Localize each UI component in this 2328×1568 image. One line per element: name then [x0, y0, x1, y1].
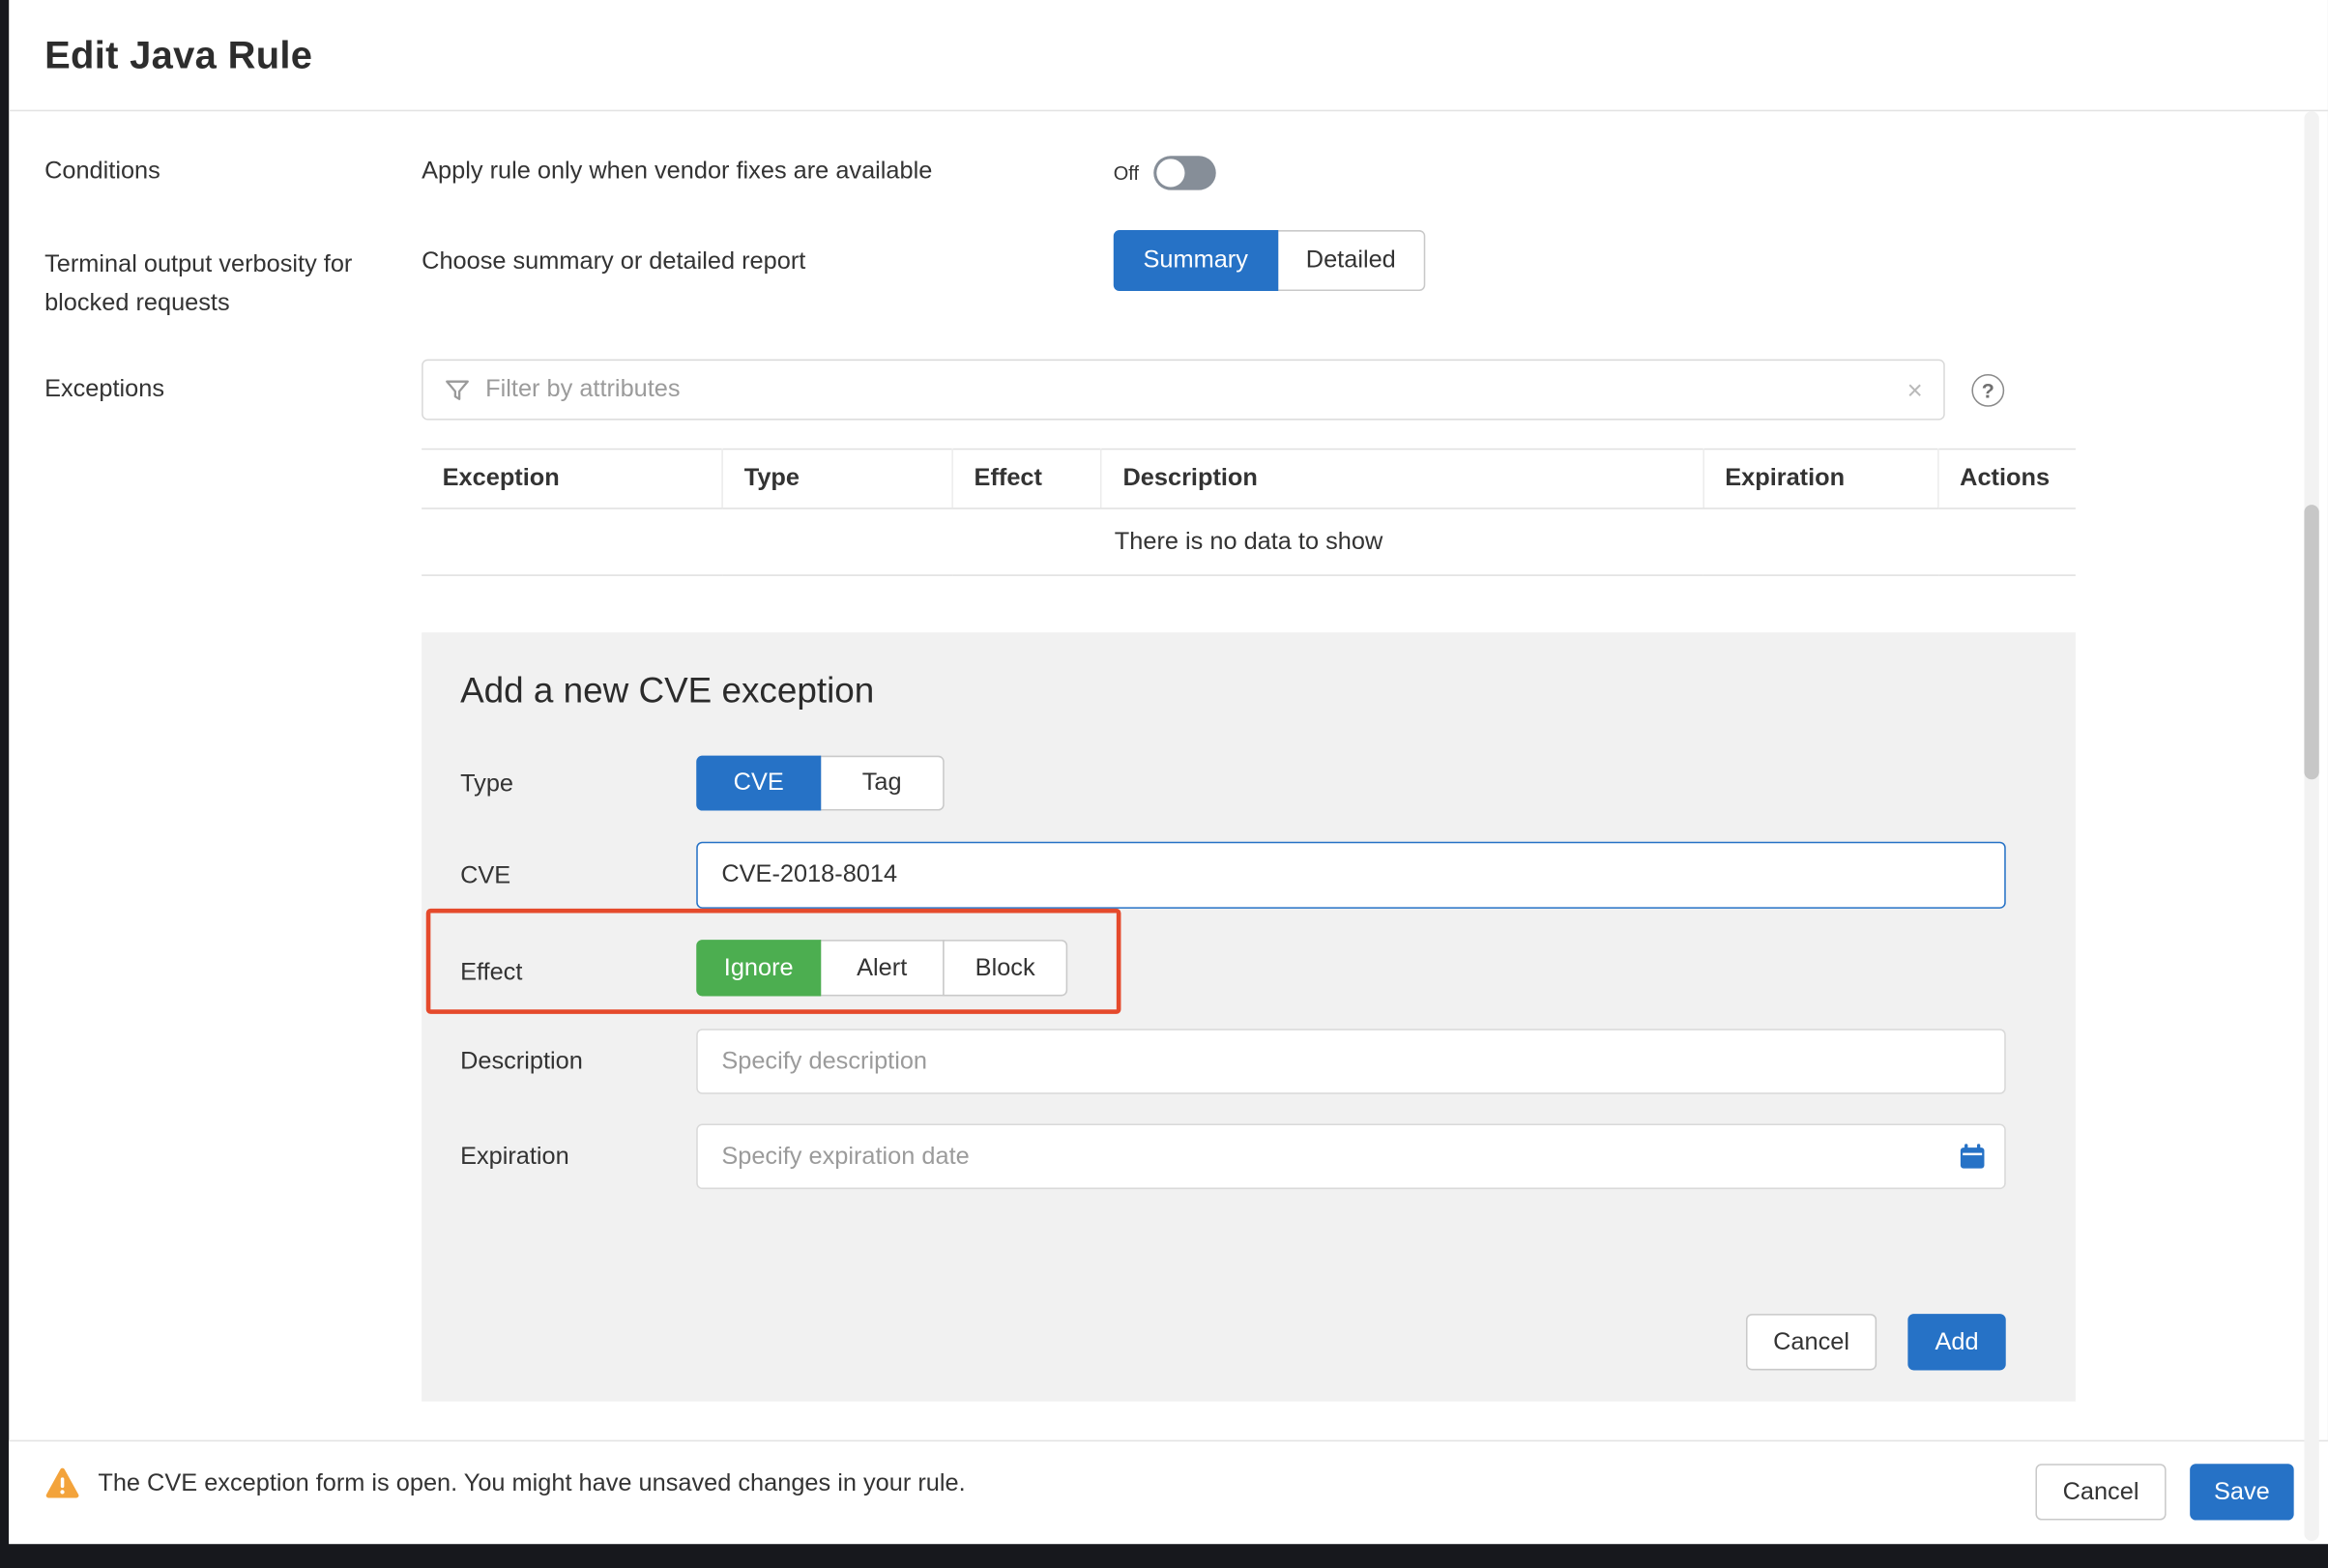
- column-actions: Actions: [1938, 450, 2076, 508]
- exceptions-filter: ×: [422, 360, 1945, 421]
- footer-cancel-button[interactable]: Cancel: [2035, 1464, 2166, 1520]
- column-expiration: Expiration: [1703, 450, 1938, 508]
- filter-clear-icon[interactable]: ×: [1907, 376, 1923, 403]
- expiration-input[interactable]: [696, 1124, 2005, 1190]
- footer-save-button[interactable]: Save: [2190, 1464, 2293, 1520]
- warning-banner: The CVE exception form is open. You migh…: [44, 1466, 966, 1499]
- calendar-icon[interactable]: [1960, 1143, 1985, 1170]
- column-exception: Exception: [422, 450, 722, 508]
- toggle-switch[interactable]: [1153, 155, 1215, 189]
- toggle-knob: [1156, 159, 1184, 187]
- type-label: Type: [460, 770, 513, 799]
- type-option-tag[interactable]: Tag: [820, 756, 945, 811]
- description-input[interactable]: [696, 1029, 2005, 1094]
- dialog-title: Edit Java Rule: [44, 32, 312, 78]
- verbosity-label: Terminal output verbosity for blocked re…: [44, 245, 371, 322]
- expiration-field: [696, 1124, 2005, 1190]
- scrollbar-track[interactable]: [2304, 111, 2318, 1541]
- effect-option-ignore[interactable]: Ignore: [696, 940, 821, 996]
- help-icon[interactable]: ?: [1971, 374, 2004, 407]
- warning-message: The CVE exception form is open. You migh…: [98, 1469, 965, 1497]
- table-header-row: Exception Type Effect Description Expira…: [422, 450, 2076, 508]
- conditions-label: Conditions: [44, 158, 160, 186]
- detailed-option-button[interactable]: Detailed: [1276, 230, 1425, 291]
- vendor-fixes-toggle[interactable]: Off: [1114, 153, 1216, 191]
- dialog-footer: The CVE exception form is open. You migh…: [9, 1440, 2328, 1544]
- table-empty-message: There is no data to show: [422, 508, 2076, 575]
- add-exception-panel: Add a new CVE exception Type CVE Tag CVE…: [422, 632, 2076, 1401]
- effect-segmented-control: Ignore Alert Block: [696, 940, 1067, 996]
- warning-icon: [44, 1466, 80, 1499]
- column-type: Type: [722, 450, 952, 508]
- cve-label: CVE: [460, 862, 510, 890]
- edit-rule-dialog: Edit Java Rule Conditions Apply rule onl…: [9, 0, 2328, 1544]
- conditions-description: Apply rule only when vendor fixes are av…: [422, 158, 932, 186]
- column-effect: Effect: [952, 450, 1101, 508]
- exceptions-table: Exception Type Effect Description Expira…: [422, 449, 2076, 576]
- type-option-cve[interactable]: CVE: [696, 756, 821, 811]
- filter-funnel-icon: [444, 376, 471, 403]
- description-label: Description: [460, 1048, 583, 1076]
- type-segmented-control: CVE Tag: [696, 756, 944, 811]
- exceptions-label: Exceptions: [44, 376, 164, 404]
- panel-add-button[interactable]: Add: [1907, 1314, 2005, 1370]
- panel-title: Add a new CVE exception: [460, 671, 874, 712]
- column-description: Description: [1101, 450, 1703, 508]
- screen: Edit Java Rule Conditions Apply rule onl…: [0, 0, 2328, 1568]
- filter-input[interactable]: [485, 376, 1892, 404]
- effect-label: Effect: [460, 959, 522, 987]
- expiration-label: Expiration: [460, 1143, 569, 1171]
- verbosity-description: Choose summary or detailed report: [422, 247, 805, 276]
- dialog-header: Edit Java Rule: [9, 0, 2328, 111]
- panel-cancel-button[interactable]: Cancel: [1746, 1314, 1877, 1370]
- effect-option-alert[interactable]: Alert: [820, 940, 945, 996]
- summary-option-button[interactable]: Summary: [1114, 230, 1278, 291]
- scrollbar-thumb[interactable]: [2304, 505, 2318, 779]
- toggle-state-label: Off: [1114, 161, 1139, 184]
- table-empty-row: There is no data to show: [422, 508, 2076, 575]
- effect-option-block[interactable]: Block: [943, 940, 1067, 996]
- cve-input[interactable]: [696, 842, 2005, 909]
- report-mode-segmented-control: Summary Detailed: [1114, 230, 1426, 291]
